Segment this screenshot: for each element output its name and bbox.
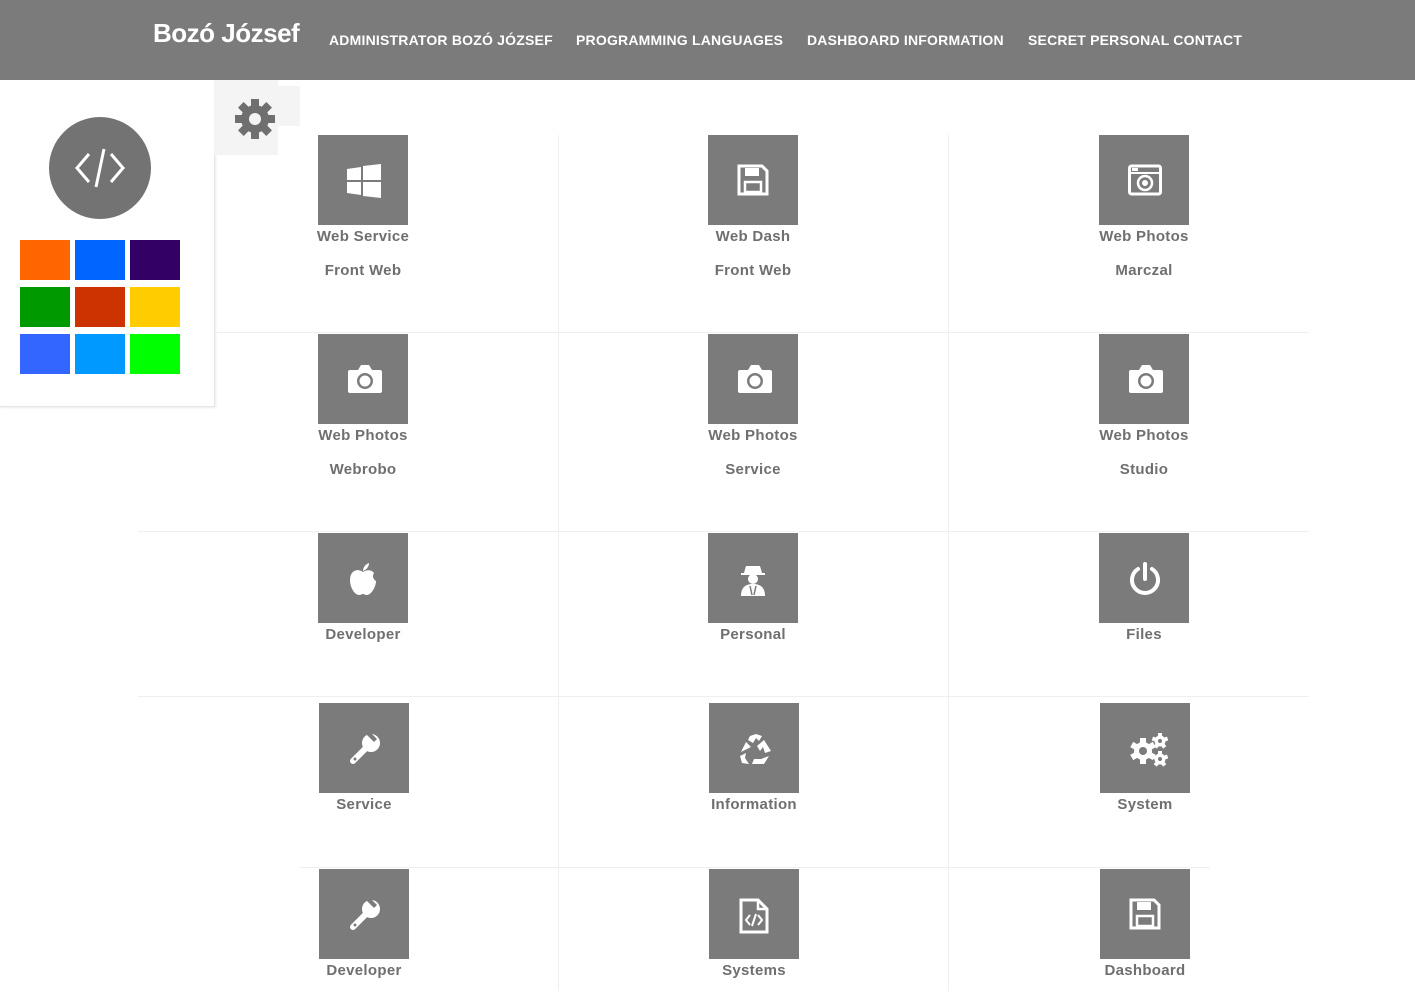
power-icon [1130, 562, 1160, 595]
tile-title: Information [711, 796, 797, 813]
tile-title: System [1117, 796, 1173, 813]
tile-systems[interactable] [709, 869, 799, 959]
camera-icon [738, 365, 772, 393]
tile-subtitle: Service [725, 461, 781, 478]
tile-title: Developer [326, 962, 402, 979]
color-swatch-purple[interactable] [130, 240, 180, 280]
wrench-icon [350, 732, 380, 764]
tile-service[interactable] [319, 703, 409, 793]
tile-web-photos-studio[interactable] [1099, 334, 1189, 424]
grid-divider [214, 332, 1309, 333]
tile-developer[interactable] [318, 533, 408, 623]
camera-icon [348, 365, 382, 393]
color-swatch-lime[interactable] [130, 334, 180, 374]
color-swatch-green[interactable] [20, 287, 70, 327]
tile-system[interactable] [1100, 703, 1190, 793]
tile-title: Web Photos [318, 427, 408, 444]
theme-panel [0, 80, 215, 407]
wrench-icon [350, 898, 380, 930]
nav-dashboard-information[interactable]: DASHBOARD INFORMATION [807, 32, 1004, 48]
file-code-icon [739, 898, 769, 934]
color-swatch-red[interactable] [75, 287, 125, 327]
color-swatch-royal-blue[interactable] [20, 334, 70, 374]
camera-retro-icon [1128, 164, 1162, 196]
color-swatch-sky-blue[interactable] [75, 334, 125, 374]
recycle-icon [740, 734, 771, 764]
tile-title: Web Service [316, 228, 410, 245]
tile-title: Systems [722, 962, 786, 979]
tile-title: Developer [325, 626, 401, 643]
tile-title: Web Photos [708, 427, 798, 444]
nav-administrator[interactable]: ADMINISTRATOR BOZÓ JÓZSEF [329, 32, 553, 48]
settings-tab-edge [278, 86, 300, 126]
brand-title[interactable]: Bozó József [153, 18, 300, 49]
gear-icon [235, 99, 275, 139]
tile-subtitle: Webrobo [329, 461, 397, 478]
user-secret-icon [741, 566, 765, 596]
tile-title: Files [1126, 626, 1162, 643]
camera-icon [1129, 365, 1163, 393]
top-navbar: Bozó József ADMINISTRATOR BOZÓ JÓZSEF PR… [0, 0, 1415, 80]
tile-developer-tools[interactable] [319, 869, 409, 959]
grid-divider [300, 867, 1210, 868]
grid-divider [558, 135, 559, 991]
tile-web-photos-marczal[interactable] [1099, 135, 1189, 225]
tile-subtitle: Marczal [1115, 262, 1173, 279]
floppy-disk-icon [1129, 898, 1161, 930]
color-swatch-blue[interactable] [75, 240, 125, 280]
tile-title: Personal [720, 626, 786, 643]
tile-personal[interactable] [708, 533, 798, 623]
settings-toggle[interactable] [214, 80, 278, 155]
code-logo [49, 117, 151, 219]
grid-divider [948, 135, 949, 991]
grid-divider [138, 696, 1309, 697]
tile-title: Web Photos [1099, 228, 1189, 245]
windows-icon [347, 164, 381, 198]
tile-title: Service [336, 796, 392, 813]
code-icon [75, 148, 125, 188]
tile-web-photos-webrobo[interactable] [318, 334, 408, 424]
tile-title: Dashboard [1104, 962, 1186, 979]
tile-information[interactable] [709, 703, 799, 793]
color-swatch-orange[interactable] [20, 240, 70, 280]
color-swatch-yellow[interactable] [130, 287, 180, 327]
tile-web-dash[interactable] [708, 135, 798, 225]
grid-divider [138, 531, 1309, 532]
tile-web-service[interactable] [318, 135, 408, 225]
tile-files[interactable] [1099, 533, 1189, 623]
tile-subtitle: Front Web [324, 262, 402, 279]
tile-subtitle: Front Web [714, 262, 792, 279]
apple-icon [350, 563, 376, 595]
tile-dashboard[interactable] [1100, 869, 1190, 959]
cogs-icon [1130, 733, 1169, 767]
nav-secret-personal-contact[interactable]: SECRET PERSONAL CONTACT [1028, 32, 1242, 48]
tile-title: Web Dash [715, 228, 791, 245]
tile-web-photos-service[interactable] [708, 334, 798, 424]
nav-programming-languages[interactable]: PROGRAMMING LANGUAGES [576, 32, 783, 48]
tile-subtitle: Studio [1119, 461, 1169, 478]
tile-title: Web Photos [1099, 427, 1189, 444]
floppy-disk-icon [737, 164, 769, 196]
